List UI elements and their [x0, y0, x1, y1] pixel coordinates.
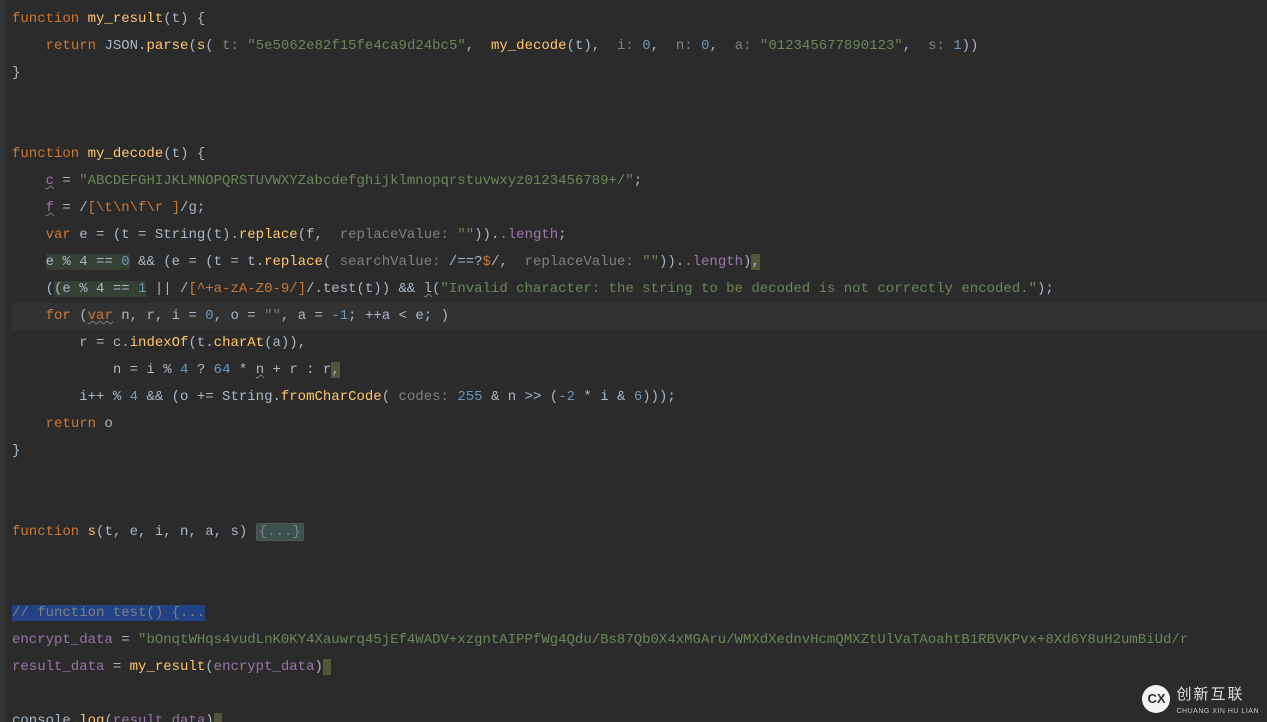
param-hint: codes:: [399, 389, 449, 405]
kw-function: function: [12, 11, 79, 27]
var-c: c: [46, 173, 54, 189]
fn-my_result: my_result: [88, 11, 164, 27]
commented-code: // function test() {...: [12, 605, 205, 621]
console-obj: console: [12, 713, 71, 722]
regex-escape: [\t\n\f\r ]: [88, 200, 180, 216]
kw-return: return: [46, 38, 96, 54]
var-f: f: [46, 200, 54, 216]
param-hint: replaceValue:: [525, 254, 634, 270]
editor-gutter: [0, 0, 6, 722]
var-result_data: result_data: [12, 659, 104, 675]
kw-for: for: [46, 308, 71, 324]
caret-line: for (var n, r, i = 0, o = "", a = -1; ++…: [12, 303, 1267, 330]
fn-s: s: [88, 524, 96, 540]
param-hint: searchValue:: [340, 254, 441, 270]
encrypted-string: "bOnqtWHqs4vudLnK0KY4Xauwrq45jEf4WADV+xz…: [138, 632, 1188, 648]
fn-my_decode: my_decode: [88, 146, 164, 162]
code-editor[interactable]: function my_result(t) { return JSON.pars…: [0, 0, 1267, 722]
kw-var: var: [46, 227, 71, 243]
kw-function: function: [12, 146, 79, 162]
kw-return: return: [46, 416, 96, 432]
param-hint: t:: [222, 38, 239, 54]
code-fold-placeholder[interactable]: {...}: [256, 523, 304, 541]
var-encrypt_data: encrypt_data: [12, 632, 113, 648]
param-hint: replaceValue:: [340, 227, 449, 243]
regex-class: [^+a-zA-Z0-9/]: [188, 281, 306, 297]
kw-function: function: [12, 524, 79, 540]
